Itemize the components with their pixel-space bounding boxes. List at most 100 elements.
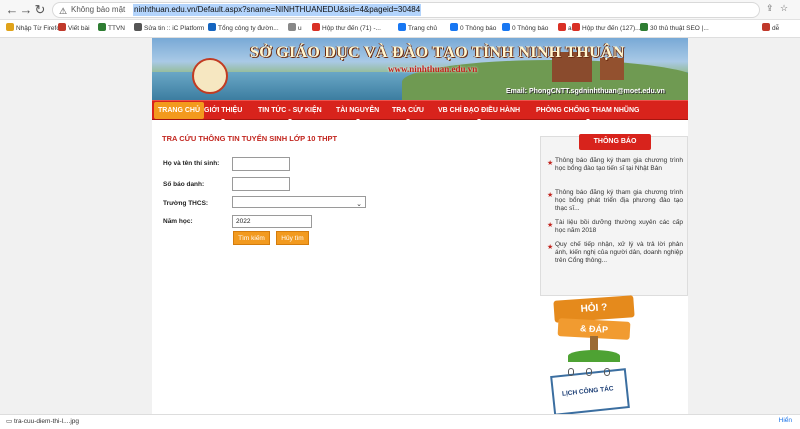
menu-item-resources[interactable]: TÀI NGUYÊN — [336, 101, 380, 121]
bookmark-label: 0 Thông báo — [512, 25, 549, 32]
calendar-ring — [586, 368, 592, 376]
cancel-search-button[interactable]: Hủy tìm — [276, 231, 309, 245]
sbd-label: Số báo danh: — [163, 181, 205, 188]
bookmark-icon — [572, 23, 580, 31]
bookmark-icon — [640, 23, 648, 31]
bookmark-item[interactable]: Hộp thư đến (127)... — [572, 23, 641, 35]
bookmark-label: Hộp thư đến (71) -... — [322, 25, 381, 32]
bookmark-item[interactable]: 0 Thông báo — [502, 23, 548, 35]
menu-item-lookup-label: TRA CỨU — [392, 107, 424, 114]
bookmark-icon — [134, 23, 142, 31]
bookmark-label: 30 thủ thuật SEO |... — [650, 25, 709, 32]
bookmark-label: TTVN — [108, 25, 125, 32]
menu-item-home[interactable]: TRANG CHỦ — [154, 102, 204, 119]
form-title: TRA CỨU THÔNG TIN TUYỂN SINH LỚP 10 THPT — [162, 134, 338, 143]
star-icon: ★ — [547, 222, 554, 229]
file-icon: ▭ — [6, 418, 13, 425]
bookmark-icon — [398, 23, 406, 31]
bookmark-label: u — [298, 25, 302, 32]
school-label: Trường THCS: — [163, 200, 209, 207]
bookmark-icon — [450, 23, 458, 31]
download-item[interactable]: ▭ tra-cuu-diem-thi-l....jpg — [6, 417, 79, 425]
school-select[interactable]: ⌄ — [232, 196, 366, 208]
reload-icon[interactable]: ↻ — [32, 2, 48, 18]
url-domain: ninhthuan.edu.vn — [134, 5, 196, 14]
menu-item-anticorruption-label: PHÒNG CHỐNG THAM NHŨNG — [536, 107, 640, 114]
calendar-ring — [568, 368, 574, 376]
chevron-down-icon — [477, 119, 482, 121]
notice-item[interactable]: Quy chế tiếp nhận, xử lý và trả lời phản… — [555, 241, 683, 265]
bookmark-label: Viết bài — [68, 25, 90, 32]
year-input[interactable] — [232, 215, 312, 228]
address-bar[interactable]: ⚠ Không bảo mật ninhthuan.edu.vn/Default… — [52, 2, 760, 18]
name-label: Họ và tên thí sinh: — [163, 160, 220, 167]
bookmark-item[interactable]: Sửa tin :: iC Platform — [134, 23, 204, 35]
share-icon[interactable]: ⇪ — [766, 3, 774, 14]
star-icon: ★ — [547, 192, 554, 199]
bookmark-item[interactable]: Trang chủ — [398, 23, 437, 35]
bookmark-item[interactable]: TTVN — [98, 23, 125, 35]
notice-header: THÔNG BÁO — [579, 134, 651, 150]
menu-item-about-label: GIỚI THIỆU — [204, 107, 243, 114]
notice-panel: THÔNG BÁO ★ Thông báo đăng ký tham gia c… — [540, 134, 688, 296]
menu-item-about[interactable]: GIỚI THIỆU — [204, 101, 243, 121]
menu-item-resources-label: TÀI NGUYÊN — [336, 107, 380, 114]
menu-item-news-label: TIN TỨC - SỰ KIỆN — [258, 107, 322, 114]
bookmark-item[interactable]: 30 thủ thuật SEO |... — [640, 23, 709, 35]
bookmark-icon — [312, 23, 320, 31]
bookmark-item[interactable]: a — [558, 23, 572, 35]
bookmark-item[interactable]: 0 Thông báo — [450, 23, 496, 35]
site-url: www.ninhthuan.edu.vn — [388, 64, 478, 74]
bookmark-icon — [208, 23, 216, 31]
site-banner: SỞ GIÁO DỤC VÀ ĐÀO TẠO TỈNH NINH THUẬN w… — [152, 38, 688, 100]
work-schedule-banner[interactable]: LỊCH CÔNG TÁC — [550, 368, 630, 416]
bookmark-item[interactable]: Hộp thư đến (71) -... — [312, 23, 381, 35]
qa-banner[interactable]: HỎI ? & ĐÁP — [540, 295, 650, 364]
menu-item-anticorruption[interactable]: PHÒNG CHỐNG THAM NHŨNG — [536, 101, 640, 121]
menu-item-news[interactable]: TIN TỨC - SỰ KIỆN — [258, 101, 322, 121]
bookmark-icon — [98, 23, 106, 31]
bookmark-icon — [762, 23, 770, 31]
bookmark-icon — [502, 23, 510, 31]
bookmark-item[interactable]: u — [288, 23, 302, 35]
menu-item-lookup[interactable]: TRA CỨU — [392, 101, 424, 121]
notice-item[interactable]: Tài liệu bồi dưỡng thường xuyên các cấp … — [555, 219, 683, 235]
main-menu: TRANG CHỦ GIỚI THIỆU TIN TỨC - SỰ KIỆN T… — [152, 100, 688, 121]
url-text[interactable]: ninhthuan.edu.vn/Default.aspx?sname=NINH… — [133, 4, 422, 16]
menu-item-documents[interactable]: VB CHỈ ĐẠO ĐIỀU HÀNH — [438, 101, 521, 121]
bookmarks-bar: Nhập Từ Firefox Viết bài TTVN Sửa tin :: iC… — [0, 20, 800, 38]
bookmark-item[interactable]: dễ — [762, 23, 779, 35]
bookmark-label: Hộp thư đến (127)... — [582, 25, 641, 32]
security-label[interactable]: Không bảo mật — [71, 3, 125, 17]
chevron-down-icon: ⌄ — [356, 201, 362, 208]
bookmark-icon — [58, 23, 66, 31]
download-bar: ▭ tra-cuu-diem-thi-l....jpg Hiển — [0, 414, 800, 429]
show-all-link[interactable]: Hiển — [779, 417, 792, 424]
url-path: /Default.aspx?sname=NINHTHUANEDU&sid=4&p… — [195, 5, 421, 14]
page-content: SỞ GIÁO DỤC VÀ ĐÀO TẠO TỈNH NINH THUẬN w… — [152, 38, 688, 416]
chevron-down-icon — [355, 119, 360, 121]
bookmark-label: Trang chủ — [408, 25, 438, 32]
star-icon[interactable]: ☆ — [780, 3, 788, 14]
search-button[interactable]: Tìm kiếm — [233, 231, 270, 245]
browser-toolbar: ← → ↻ ⚠ Không bảo mật ninhthuan.edu.vn/D… — [0, 0, 800, 20]
notice-item[interactable]: Thông báo đăng ký tham gia chương trình … — [555, 189, 683, 213]
chevron-down-icon — [406, 119, 410, 121]
bookmark-item[interactable]: Tổng công ty đườn... — [208, 23, 279, 35]
sbd-input[interactable] — [232, 177, 290, 191]
site-title: SỞ GIÁO DỤC VÀ ĐÀO TẠO TỈNH NINH THUẬN — [250, 44, 625, 61]
bookmark-item[interactable]: Viết bài — [58, 23, 90, 35]
year-label: Năm học: — [163, 218, 193, 225]
bookmark-label: 0 Thông báo — [460, 25, 497, 32]
name-input[interactable] — [232, 157, 290, 171]
bookmark-icon — [288, 23, 296, 31]
menu-item-documents-label: VB CHỈ ĐẠO ĐIỀU HÀNH — [438, 107, 521, 114]
bookmark-item[interactable]: Nhập Từ Firefox — [6, 23, 63, 35]
notice-item[interactable]: Thông báo đăng ký tham gia chương trình … — [555, 157, 683, 173]
chevron-down-icon — [287, 119, 292, 121]
warning-icon[interactable]: ⚠ — [59, 4, 67, 18]
chevron-down-icon — [585, 119, 590, 121]
site-logo[interactable] — [192, 58, 228, 94]
star-icon: ★ — [547, 244, 554, 251]
bookmark-icon — [558, 23, 566, 31]
